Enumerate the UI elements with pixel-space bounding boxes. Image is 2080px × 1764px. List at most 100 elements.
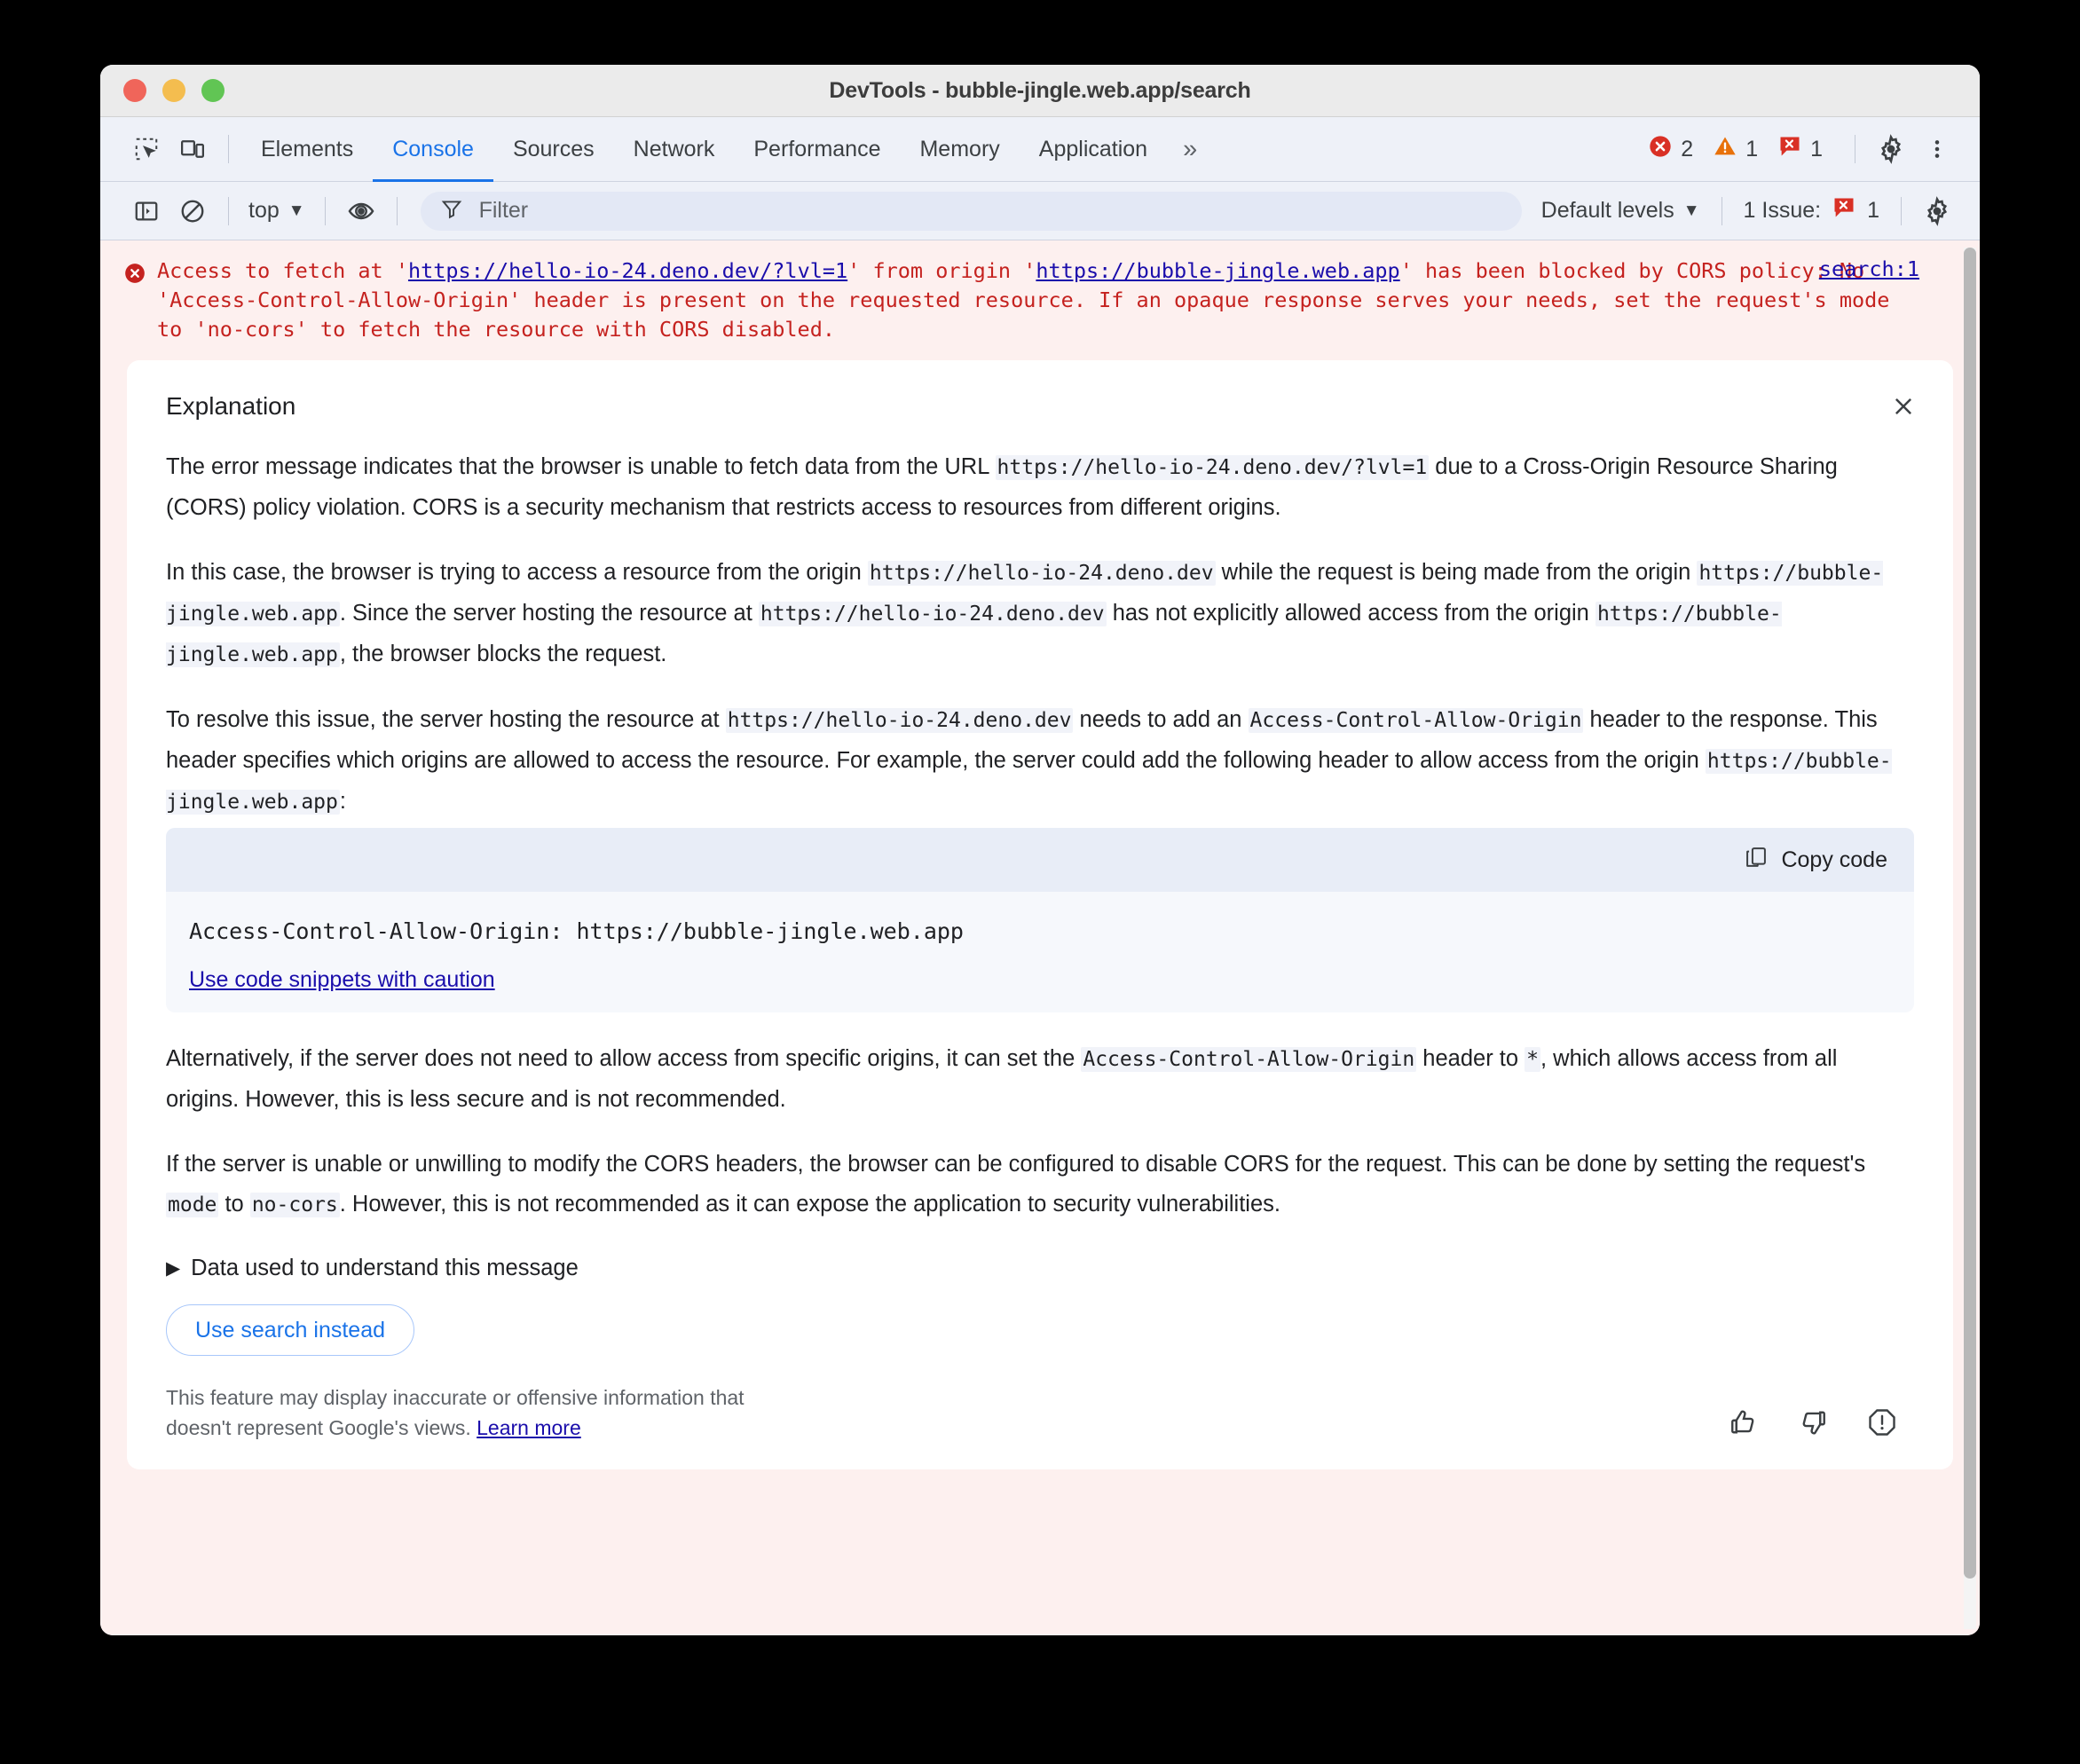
tab-console[interactable]: Console — [373, 117, 493, 182]
data-used-disclosure[interactable]: ▶ Data used to understand this message — [166, 1256, 1914, 1281]
explanation-card: Explanation The error message indicates … — [127, 360, 1953, 1469]
error-circle-icon — [123, 262, 146, 285]
learn-more-link[interactable]: Learn more — [477, 1416, 581, 1439]
inline-code: https://hello-io-24.deno.dev/?lvl=1 — [995, 455, 1430, 480]
toolbar-divider — [228, 135, 229, 163]
window-title: DevTools - bubble-jingle.web.app/search — [829, 77, 1251, 103]
paragraph-text: . Since the server hosting the resource … — [339, 601, 759, 626]
paragraph-text: , the browser blocks the request. — [339, 642, 667, 666]
issue-speech-icon — [1832, 195, 1856, 226]
error-counter[interactable]: 2 — [1648, 134, 1693, 165]
tab-memory[interactable]: Memory — [900, 117, 1019, 182]
inline-code: * — [1525, 1047, 1540, 1072]
issue-speech-icon — [1777, 134, 1802, 165]
inspect-element-icon[interactable] — [123, 126, 169, 172]
warning-triangle-icon — [1713, 134, 1737, 165]
paragraph-text: To resolve this issue, the server hostin… — [166, 707, 726, 732]
kebab-menu-icon[interactable] — [1914, 126, 1960, 172]
gear-icon[interactable] — [1868, 126, 1914, 172]
explanation-title: Explanation — [166, 392, 296, 420]
close-icon[interactable] — [1884, 387, 1923, 426]
message-url-1[interactable]: https://hello-io-24.deno.dev/?lvl=1 — [408, 258, 847, 283]
paragraph-text: In this case, the browser is trying to a… — [166, 560, 868, 585]
explanation-paragraphs: The error message indicates that the bro… — [166, 447, 1914, 823]
inline-code: https://hello-io-24.deno.dev — [758, 602, 1107, 626]
inline-code: no-cors — [249, 1193, 340, 1217]
code-snippet: Access-Control-Allow-Origin: https://bub… — [189, 918, 964, 944]
source-location-link[interactable]: search:1 — [1819, 256, 1919, 281]
toolbar-divider — [324, 196, 326, 225]
data-used-label: Data used to understand this message — [191, 1256, 579, 1280]
paragraph-text: header to — [1416, 1046, 1525, 1071]
explanation-paragraph: Alternatively, if the server does not ne… — [166, 1039, 1914, 1120]
code-block-content: Access-Control-Allow-Origin: https://bub… — [166, 892, 1914, 1012]
console-error-entry: Access to fetch at 'https://hello-io-24.… — [100, 240, 1980, 1635]
copy-code-button[interactable]: Copy code — [1744, 845, 1887, 876]
issue-counter[interactable]: 1 — [1777, 134, 1823, 165]
toolbar-divider — [396, 196, 398, 225]
paragraph-text: Alternatively, if the server does not ne… — [166, 1046, 1082, 1071]
paragraph-text: needs to add an — [1073, 707, 1249, 732]
explanation-footer: This feature may display inaccurate or o… — [166, 1382, 1914, 1443]
tab-network[interactable]: Network — [614, 117, 735, 182]
clear-console-icon[interactable] — [169, 188, 216, 234]
inline-code: Access-Control-Allow-Origin — [1248, 708, 1584, 733]
live-expression-eye-icon[interactable] — [338, 188, 384, 234]
filter-box[interactable] — [420, 191, 1522, 231]
console-message-row[interactable]: Access to fetch at 'https://hello-io-24.… — [100, 240, 1980, 355]
console-toolbar: top ▼ Default levels ▼ 1 Issue — [100, 182, 1980, 240]
code-block: Copy code Access-Control-Allow-Origin: h… — [166, 828, 1914, 1012]
issue-count: 1 — [1810, 136, 1823, 161]
tab-performance[interactable]: Performance — [734, 117, 900, 182]
console-sidebar-icon[interactable] — [123, 188, 169, 234]
issues-badge[interactable]: 1 Issue: 1 — [1735, 195, 1888, 226]
console-body: Access to fetch at 'https://hello-io-24.… — [100, 240, 1980, 1635]
log-levels-selector[interactable]: Default levels ▼ — [1532, 198, 1709, 224]
explanation-paragraph: To resolve this issue, the server hostin… — [166, 700, 1914, 823]
explanation-paragraphs-after: Alternatively, if the server does not ne… — [166, 1039, 1914, 1225]
paragraph-text: to — [218, 1192, 250, 1217]
issues-count: 1 — [1867, 198, 1879, 223]
code-block-header: Copy code — [166, 828, 1914, 892]
message-url-2[interactable]: https://bubble-jingle.web.app — [1036, 258, 1399, 283]
console-message-text: Access to fetch at 'https://hello-io-24.… — [157, 256, 1926, 344]
paragraph-text: : — [339, 789, 346, 814]
gear-icon[interactable] — [1914, 188, 1960, 234]
warning-counter[interactable]: 1 — [1713, 134, 1758, 165]
explanation-paragraph: If the server is unable or unwilling to … — [166, 1145, 1914, 1225]
log-levels-value: Default levels — [1540, 198, 1674, 223]
device-toolbar-icon[interactable] — [169, 126, 216, 172]
thumb-down-icon[interactable] — [1797, 1406, 1829, 1443]
warning-count: 1 — [1745, 136, 1759, 161]
more-tabs-icon[interactable]: » — [1167, 135, 1210, 164]
msg-prefix: Access to fetch at ' — [157, 258, 408, 283]
paragraph-text: If the server is unable or unwilling to … — [166, 1152, 1866, 1177]
filter-input[interactable] — [477, 197, 1502, 224]
toolbar-divider — [1901, 196, 1902, 225]
explanation-paragraph: In this case, the browser is trying to a… — [166, 553, 1914, 675]
paragraph-text: while the request is being made from the… — [1215, 560, 1698, 585]
devtools-window: DevTools - bubble-jingle.web.app/search … — [100, 65, 1980, 1635]
code-caution-link[interactable]: Use code snippets with caution — [189, 967, 495, 992]
chevron-down-icon: ▼ — [1682, 201, 1700, 220]
error-circle-icon — [1648, 134, 1673, 165]
tab-sources[interactable]: Sources — [493, 117, 614, 182]
paragraph-text: has not explicitly allowed access from t… — [1106, 601, 1595, 626]
tab-application[interactable]: Application — [1020, 117, 1167, 182]
disclaimer-line-2: doesn't represent Google's views. — [166, 1416, 477, 1439]
chevron-right-icon: ▶ — [166, 1258, 181, 1279]
devtools-tabbar: Elements Console Sources Network Perform… — [100, 117, 1980, 182]
console-scrollbar[interactable] — [1964, 248, 1976, 1629]
inline-code: https://hello-io-24.deno.dev — [867, 561, 1216, 586]
disclaimer-text: This feature may display inaccurate or o… — [166, 1382, 745, 1443]
chevron-down-icon: ▼ — [288, 201, 305, 220]
msg-mid: ' from origin ' — [847, 258, 1036, 283]
inline-code: mode — [166, 1193, 219, 1217]
report-icon[interactable] — [1866, 1406, 1898, 1443]
console-scrollbar-thumb[interactable] — [1964, 248, 1976, 1579]
use-search-instead-button[interactable]: Use search instead — [166, 1304, 415, 1356]
thumb-up-icon[interactable] — [1728, 1406, 1760, 1443]
tab-elements[interactable]: Elements — [241, 117, 373, 182]
execution-context-selector[interactable]: top ▼ — [241, 198, 312, 224]
filter-funnel-icon — [440, 197, 463, 224]
